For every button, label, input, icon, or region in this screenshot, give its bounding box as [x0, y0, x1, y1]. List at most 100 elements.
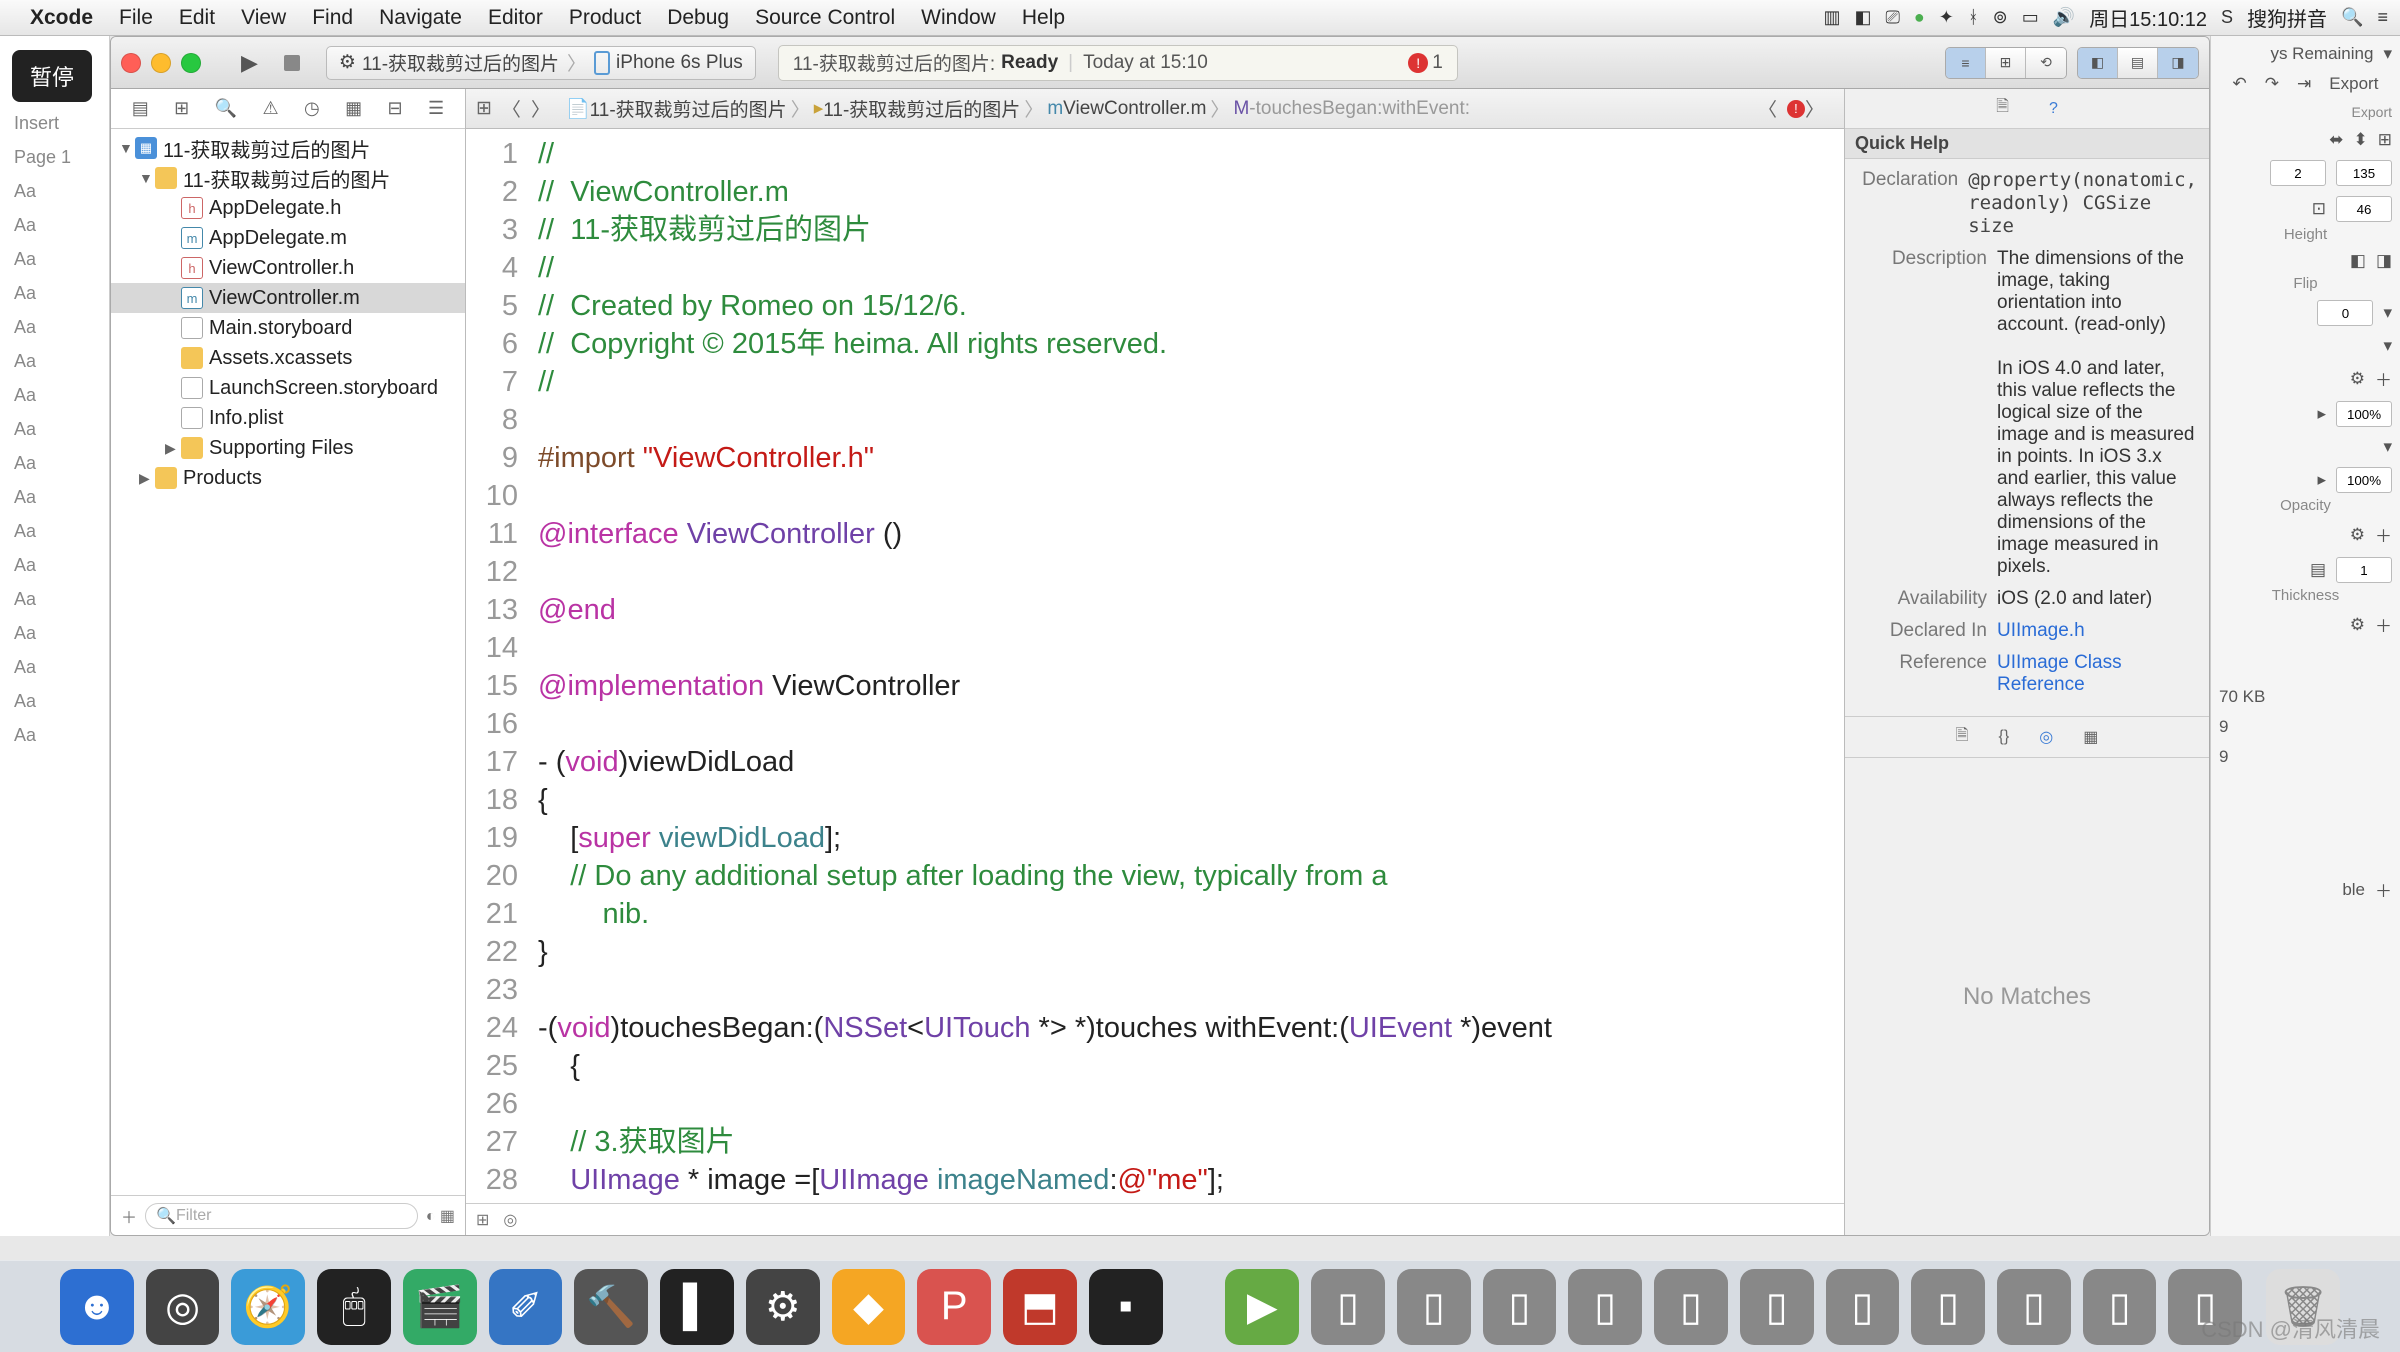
style-row[interactable]: Aa: [0, 208, 109, 242]
prev-issue-icon[interactable]: 〈: [1758, 95, 1777, 122]
filter-icon[interactable]: ◎: [503, 1210, 517, 1230]
navigator-tabs[interactable]: ▤⊞🔍⚠◷▦⊟☰: [111, 89, 465, 129]
style-row[interactable]: Aa: [0, 616, 109, 650]
menu-navigate[interactable]: Navigate: [379, 6, 462, 30]
thick-input[interactable]: [2336, 557, 2392, 583]
file-AppDelegate.m[interactable]: mAppDelegate.m: [111, 223, 465, 253]
volume-icon[interactable]: 🔊: [2053, 7, 2075, 28]
menu-view[interactable]: View: [241, 6, 286, 30]
menu-product[interactable]: Product: [569, 6, 641, 30]
pct-input[interactable]: [2336, 467, 2392, 493]
menu-app[interactable]: Xcode: [30, 6, 93, 30]
finder-icon[interactable]: ☻: [60, 1269, 134, 1345]
ime-icon[interactable]: S: [2221, 7, 2233, 28]
style-row[interactable]: Aa: [0, 174, 109, 208]
app-icon[interactable]: ▪: [1089, 1269, 1163, 1345]
scheme-selector[interactable]: ⚙ 11-获取裁剪过后的图片 〉 iPhone 6s Plus: [326, 46, 756, 80]
close-button[interactable]: [121, 53, 141, 73]
menu-editor[interactable]: Editor: [488, 6, 543, 30]
style-row[interactable]: Aa: [0, 684, 109, 718]
app-icon[interactable]: ⬒: [1003, 1269, 1077, 1345]
project-root[interactable]: ▼▦11-获取裁剪过后的图片: [111, 133, 465, 163]
stop-button[interactable]: [284, 55, 300, 71]
style-row[interactable]: Aa: [0, 276, 109, 310]
style-row[interactable]: Aa: [0, 548, 109, 582]
file-Info.plist[interactable]: Info.plist: [111, 403, 465, 433]
xcode-icon[interactable]: 🔨: [574, 1269, 648, 1345]
height-input[interactable]: [2336, 196, 2392, 222]
group-folder[interactable]: ▼11-获取裁剪过后的图片: [111, 163, 465, 193]
grid-icon[interactable]: ⊞: [476, 1210, 489, 1230]
status-icon[interactable]: ▥: [1823, 7, 1840, 28]
error-indicator[interactable]: !1: [1408, 52, 1443, 74]
inspector-tabs[interactable]: 🗎?: [1845, 89, 2209, 129]
app-icon[interactable]: ▶: [1225, 1269, 1299, 1345]
wifi-icon[interactable]: ⊚: [1993, 7, 2008, 28]
products-folder[interactable]: ▶Products: [111, 463, 465, 493]
menu-file[interactable]: File: [119, 6, 153, 30]
menu-debug[interactable]: Debug: [667, 6, 729, 30]
bluetooth-icon[interactable]: ᚼ: [1968, 7, 1979, 28]
app-icon[interactable]: 🎬: [403, 1269, 477, 1345]
style-row[interactable]: Aa: [0, 480, 109, 514]
pause-button[interactable]: 暂停: [12, 50, 92, 102]
terminal-icon[interactable]: ▌: [660, 1269, 734, 1345]
jump-bar[interactable]: ⊞ 〈 〉 📄 11-获取裁剪过后的图片〉 ▸11-获取裁剪过后的图片〉 m V…: [466, 89, 1844, 129]
app-icon[interactable]: ◎: [146, 1269, 220, 1345]
thumb-icon[interactable]: ▯: [1826, 1269, 1900, 1345]
ime-label[interactable]: 搜狗拼音: [2247, 3, 2327, 32]
filter-input[interactable]: 🔍 Filter: [145, 1203, 418, 1229]
style-row[interactable]: Aa: [0, 650, 109, 684]
panel-toggle-segment[interactable]: ◧▤◨: [2077, 47, 2199, 79]
file-ViewController.h[interactable]: hViewController.h: [111, 253, 465, 283]
thumb-icon[interactable]: ▯: [2083, 1269, 2157, 1345]
thumb-icon[interactable]: ▯: [1654, 1269, 1728, 1345]
status-icon[interactable]: ◧: [1854, 7, 1871, 28]
menu-icon[interactable]: ≡: [2377, 7, 2388, 28]
style-row[interactable]: Aa: [0, 378, 109, 412]
menu-source-control[interactable]: Source Control: [755, 6, 895, 30]
thumb-icon[interactable]: ▯: [1397, 1269, 1471, 1345]
app-icon[interactable]: 🖱: [317, 1269, 391, 1345]
library-tabs[interactable]: 🗎{}◎▦: [1845, 716, 2209, 758]
status-icon[interactable]: ●: [1914, 7, 1925, 28]
run-button[interactable]: ▶: [241, 50, 258, 76]
menu-window[interactable]: Window: [921, 6, 996, 30]
next-issue-icon[interactable]: 〉: [1805, 95, 1824, 122]
app-icon[interactable]: P: [917, 1269, 991, 1345]
thumb-icon[interactable]: ▯: [1568, 1269, 1642, 1345]
settings-icon[interactable]: ⚙: [746, 1269, 820, 1345]
file-Main.storyboard[interactable]: Main.storyboard: [111, 313, 465, 343]
style-row[interactable]: Aa: [0, 582, 109, 616]
val-input[interactable]: [2270, 160, 2326, 186]
search-icon[interactable]: 🔍: [2341, 7, 2363, 28]
supporting-files[interactable]: ▶Supporting Files: [111, 433, 465, 463]
style-row[interactable]: Aa: [0, 344, 109, 378]
menu-help[interactable]: Help: [1022, 6, 1065, 30]
file-ViewController.m[interactable]: mViewController.m: [111, 283, 465, 313]
val-input[interactable]: [2317, 300, 2373, 326]
style-row[interactable]: Aa: [0, 412, 109, 446]
menu-edit[interactable]: Edit: [179, 6, 215, 30]
thumb-icon[interactable]: ▯: [1311, 1269, 1385, 1345]
editor-mode-segment[interactable]: ≡⊞⟲: [1945, 47, 2067, 79]
battery-icon[interactable]: ▭: [2022, 7, 2039, 28]
style-row[interactable]: Aa: [0, 446, 109, 480]
file-LaunchScreen.storyboard[interactable]: LaunchScreen.storyboard: [111, 373, 465, 403]
menu-find[interactable]: Find: [312, 6, 353, 30]
pct-input[interactable]: [2336, 401, 2392, 427]
status-icon[interactable]: ✦: [1939, 7, 1954, 28]
style-row[interactable]: Aa: [0, 514, 109, 548]
app-icon[interactable]: ✐: [489, 1269, 563, 1345]
zoom-button[interactable]: [181, 53, 201, 73]
style-row[interactable]: Aa: [0, 242, 109, 276]
file-AppDelegate.h[interactable]: hAppDelegate.h: [111, 193, 465, 223]
sketch-icon[interactable]: ◆: [832, 1269, 906, 1345]
safari-icon[interactable]: 🧭: [231, 1269, 305, 1345]
thumb-icon[interactable]: ▯: [1740, 1269, 1814, 1345]
thumb-icon[interactable]: ▯: [1483, 1269, 1557, 1345]
minimize-button[interactable]: [151, 53, 171, 73]
code-editor[interactable]: 1234567891011121314151617181920212223242…: [466, 129, 1844, 1203]
add-button[interactable]: ＋: [121, 1204, 137, 1228]
status-icon[interactable]: ⎚: [1885, 7, 1899, 28]
